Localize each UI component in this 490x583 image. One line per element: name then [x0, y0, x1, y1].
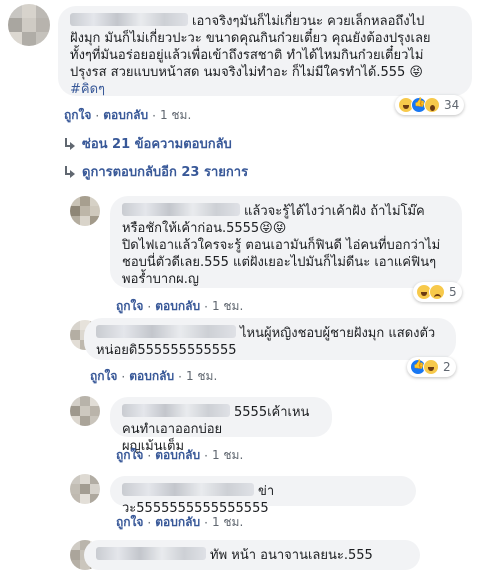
reaction-summary[interactable]: 5 [413, 282, 462, 302]
like-button[interactable]: ถูกใจ [116, 446, 143, 465]
reply-bubble: ไหนผู้หญิงชอบผู้ชายฝังมุก แสดงตัว หน่อยด… [84, 318, 456, 360]
reply-actions: ถูกใจ · ตอบกลับ · 1 ชม. [116, 513, 243, 532]
reaction-summary[interactable]: 34 [395, 95, 465, 115]
hashtag-link[interactable]: #คิดๆ [70, 82, 105, 97]
timestamp[interactable]: 1 ชม. [160, 106, 191, 125]
reply-arrow-icon [64, 137, 76, 150]
reply-button[interactable]: ตอบกลับ [155, 446, 200, 465]
reply-arrow-icon [64, 165, 76, 178]
timestamp[interactable]: 1 ชม. [212, 446, 243, 465]
wow-icon [424, 97, 440, 113]
like-button[interactable]: ถูกใจ [116, 513, 143, 532]
haha-icon [423, 359, 439, 375]
reaction-count: 34 [444, 98, 460, 112]
commenter-name[interactable] [122, 203, 240, 216]
reply-text: แล้วจะรู้ได้ไงว่าเค้าฝัง ถ้าไม่โม๊ค หรือ… [122, 204, 441, 287]
reaction-count: 2 [443, 360, 451, 374]
reaction-count: 5 [449, 285, 457, 299]
reply-button[interactable]: ตอบกลับ [103, 106, 148, 125]
reply-bubble: ทัพ หน้า อนาจานเลยนะ.555 [84, 540, 420, 570]
reply-bubble: ข่าวะ5555555555555555 [110, 476, 416, 516]
reply-button[interactable]: ตอบกลับ [129, 367, 174, 386]
commenter-name[interactable] [70, 13, 188, 26]
avatar[interactable] [8, 4, 50, 46]
commenter-name[interactable] [96, 547, 206, 560]
reply-actions: ถูกใจ · ตอบกลับ · 1 ชม. [90, 367, 217, 386]
like-button[interactable]: ถูกใจ [64, 106, 91, 125]
hide-replies-link[interactable]: ซ่อน 21 ข้อความตอบกลับ [64, 133, 232, 154]
like-button[interactable]: ถูกใจ [116, 297, 143, 316]
commenter-name[interactable] [122, 483, 254, 496]
comment-bubble: เอาจริงๆมันก็ไม่เกี่ยวนะ ควยเล็กหลอถึงไป… [58, 6, 472, 97]
reply-bubble: 5555เค้าเหนคนทำเอาออกบ่อย ผญเม้นเต็ม [110, 397, 332, 454]
timestamp[interactable]: 1 ชม. [186, 367, 217, 386]
timestamp[interactable]: 1 ชม. [212, 297, 243, 316]
comment-actions: ถูกใจ · ตอบกลับ · 1 ชม. [64, 106, 191, 125]
avatar[interactable] [70, 474, 100, 504]
timestamp[interactable]: 1 ชม. [212, 513, 243, 532]
reply-text: ทัพ หน้า อนาจานเลยนะ.555 [210, 548, 373, 563]
reply-actions: ถูกใจ · ตอบกลับ · 1 ชม. [116, 446, 243, 465]
commenter-name[interactable] [122, 404, 230, 417]
avatar[interactable] [70, 396, 100, 426]
commenter-name[interactable] [96, 325, 236, 338]
reply-bubble: แล้วจะรู้ได้ไงว่าเค้าฝัง ถ้าไม่โม๊ค หรือ… [110, 196, 462, 288]
reply-button[interactable]: ตอบกลับ [155, 513, 200, 532]
like-button[interactable]: ถูกใจ [90, 367, 117, 386]
reaction-summary[interactable]: 2 [407, 357, 456, 377]
reply-actions: ถูกใจ · ตอบกลับ · 1 ชม. [116, 297, 243, 316]
view-more-replies-link[interactable]: ดูการตอบกลับอีก 23 รายการ [64, 161, 248, 182]
reply-button[interactable]: ตอบกลับ [155, 297, 200, 316]
avatar[interactable] [70, 196, 100, 226]
sad-icon [429, 284, 445, 300]
